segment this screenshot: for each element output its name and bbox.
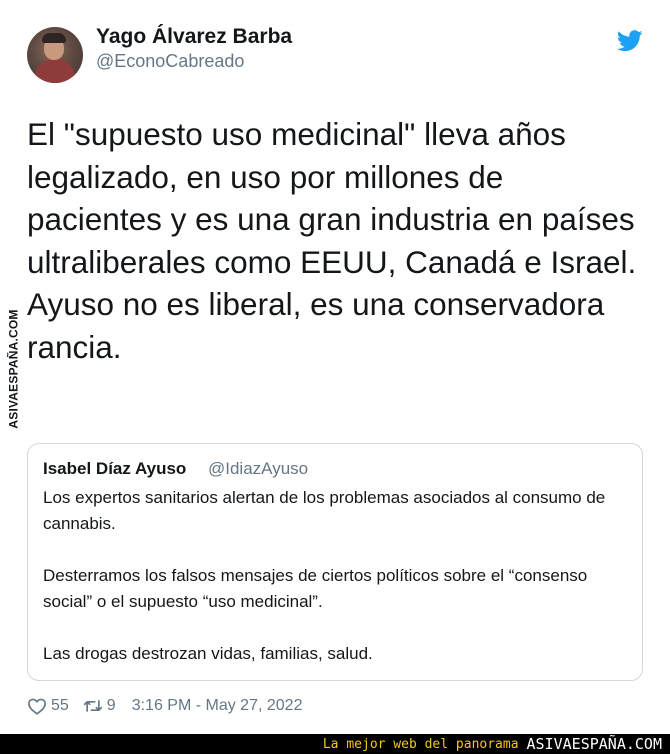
quoted-author-handle: @IdiazAyuso	[208, 459, 309, 478]
tweet-text: El "supuesto uso medicinal" lleva años l…	[27, 116, 637, 365]
avatar[interactable]	[27, 27, 83, 83]
watermark-footer: La mejor web del panorama ASIVAESPAÑA.CO…	[0, 734, 670, 754]
tweet-timestamp[interactable]: 3:16 PM - May 27, 2022	[132, 697, 303, 715]
tweet-stats: 55 9 3:16 PM - May 27, 2022	[27, 695, 302, 717]
footer-brand[interactable]: ASIVAESPAÑA.COM	[527, 735, 662, 753]
retweet-count: 9	[106, 697, 116, 714]
quoted-tweet-text: Los expertos sanitarios alertan de los p…	[43, 488, 606, 663]
retweet-icon[interactable]	[83, 697, 103, 715]
twitter-bird-icon[interactable]	[617, 30, 643, 52]
side-watermark-text: ASIVAESPAÑA.COM	[7, 309, 22, 429]
quoted-author-name: Isabel Díaz Ayuso	[43, 459, 187, 478]
heart-icon[interactable]	[27, 697, 47, 715]
author-name[interactable]: Yago Álvarez Barba	[96, 25, 292, 49]
quoted-tweet[interactable]: Isabel Díaz Ayuso @IdiazAyuso Los expert…	[27, 443, 643, 681]
side-watermark: ASIVAESPAÑA.COM	[3, 309, 25, 429]
like-count: 55	[51, 697, 69, 714]
footer-tagline: La mejor web del panorama	[322, 736, 519, 752]
author-handle[interactable]: @EconoCabreado	[96, 51, 244, 72]
tweet-card: Yago Álvarez Barba @EconoCabreado El "su…	[0, 0, 670, 734]
